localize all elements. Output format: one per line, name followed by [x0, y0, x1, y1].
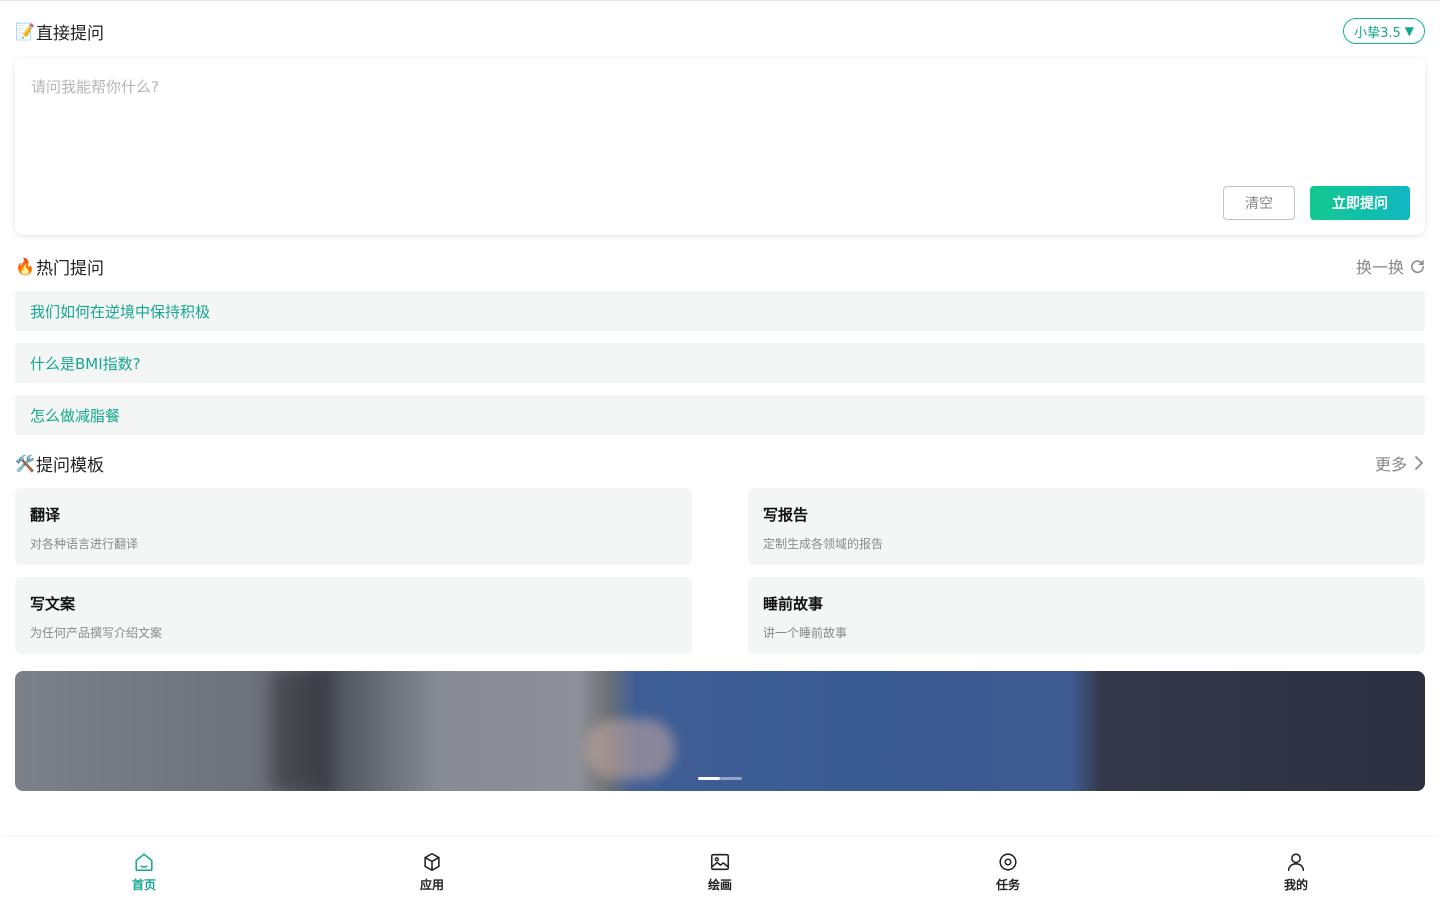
tab-label: 任务: [995, 878, 1020, 892]
question-input[interactable]: [31, 76, 1401, 176]
tab-label: 应用: [419, 878, 444, 892]
refresh-button[interactable]: 换一换: [1356, 254, 1425, 278]
refresh-icon: [1411, 259, 1424, 273]
direct-ask-header: 📝 直接提问 小挚3.5 ▼: [15, 16, 1425, 46]
caret-down-icon: ▼: [1404, 24, 1414, 38]
app-root: 📝 直接提问 小挚3.5 ▼ 清空 立即提问 🔥 热门提问 换一换 我们如何在逆…: [0, 0, 1440, 900]
chevron-right-icon: [1415, 456, 1423, 470]
model-label: 小挚3.5: [1354, 25, 1401, 41]
tab-apps[interactable]: 应用: [288, 837, 576, 900]
tab-tasks[interactable]: 任务: [864, 837, 1152, 900]
more-templates-link[interactable]: 更多: [1375, 451, 1425, 475]
banner-image-detail: [585, 719, 675, 779]
user-icon: [1287, 853, 1305, 872]
ask-card: 清空 立即提问: [15, 58, 1425, 235]
template-title: 睡前故事: [763, 595, 824, 613]
clear-button[interactable]: 清空: [1223, 186, 1295, 220]
home-icon: [135, 853, 153, 872]
templates-title: 🛠️ 提问模板: [15, 451, 104, 476]
hot-questions-header: 🔥 热门提问 换一换: [15, 251, 1425, 281]
fire-icon: 🔥: [15, 256, 35, 276]
carousel-dot[interactable]: [720, 777, 742, 780]
model-selector[interactable]: 小挚3.5 ▼: [1343, 18, 1425, 44]
tab-label: 绘画: [707, 878, 732, 892]
tab-label: 我的: [1283, 878, 1308, 892]
template-card-translate[interactable]: 翻译 对各种语言进行翻译: [15, 488, 692, 565]
banner-carousel[interactable]: [15, 671, 1425, 791]
template-desc: 对各种语言进行翻译: [30, 537, 139, 551]
template-card-report[interactable]: 写报告 定制生成各领域的报告: [748, 488, 1425, 565]
bottom-tab-bar: 首页 应用 绘画 任务 我的: [0, 837, 1440, 900]
tab-mine[interactable]: 我的: [1152, 837, 1440, 900]
memo-icon: 📝: [15, 21, 35, 41]
refresh-label: 换一换: [1355, 258, 1404, 277]
templates-header: 🛠️ 提问模板 更多: [15, 448, 1425, 478]
tools-icon: 🛠️: [15, 453, 35, 473]
tab-home[interactable]: 首页: [0, 837, 288, 900]
carousel-indicator: [698, 777, 742, 780]
template-card-bedtime-story[interactable]: 睡前故事 讲一个睡前故事: [748, 577, 1425, 654]
template-desc: 定制生成各领域的报告: [763, 537, 884, 551]
carousel-dot-active[interactable]: [698, 777, 720, 780]
hot-question-item[interactable]: 什么是BMI指数?: [15, 343, 1425, 383]
template-title: 写报告: [763, 506, 809, 524]
cube-icon: [424, 852, 440, 872]
direct-ask-title: 📝 直接提问: [15, 19, 104, 44]
template-title: 写文案: [30, 595, 76, 613]
submit-question-button[interactable]: 立即提问: [1310, 186, 1410, 220]
template-title: 翻译: [30, 506, 61, 524]
hot-questions-title-text: 热门提问: [36, 258, 104, 279]
templates-title-text: 提问模板: [36, 455, 104, 476]
more-label: 更多: [1374, 455, 1407, 474]
hot-questions-title: 🔥 热门提问: [15, 254, 104, 279]
template-card-copywriting[interactable]: 写文案 为任何产品撰写介绍文案: [15, 577, 692, 654]
template-desc: 讲一个睡前故事: [763, 626, 848, 640]
image-icon: [710, 853, 730, 871]
tab-label: 首页: [131, 878, 156, 892]
direct-ask-title-text: 直接提问: [36, 23, 104, 44]
banner-image-shadow: [270, 671, 330, 791]
tab-draw[interactable]: 绘画: [576, 837, 864, 900]
template-desc: 为任何产品撰写介绍文案: [30, 626, 163, 640]
target-icon: [999, 853, 1017, 871]
hot-question-item[interactable]: 我们如何在逆境中保持积极: [15, 291, 1425, 331]
hot-question-item[interactable]: 怎么做减脂餐: [15, 395, 1425, 435]
